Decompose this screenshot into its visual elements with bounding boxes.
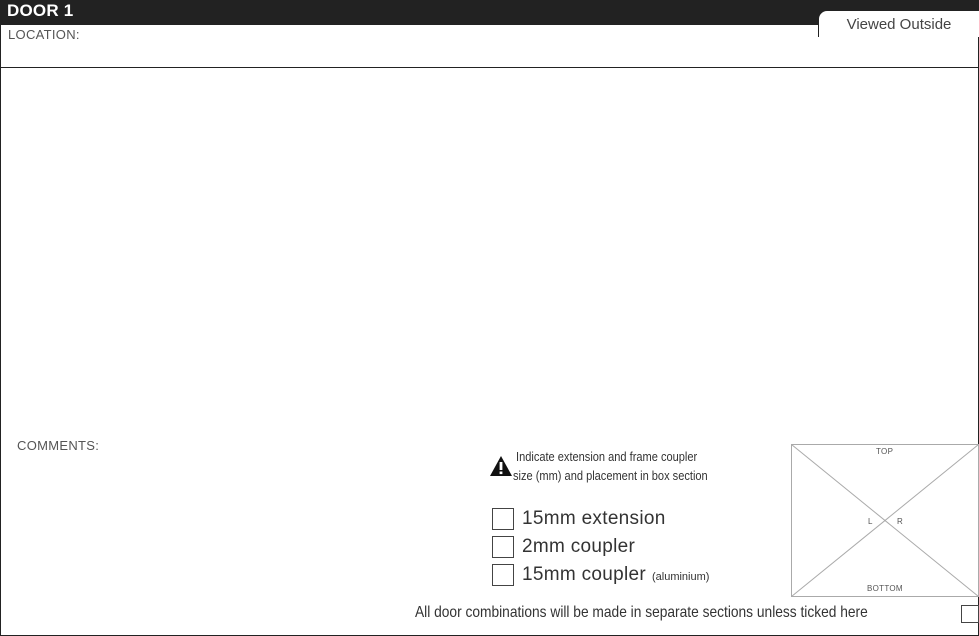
- checkbox-2mm-coupler[interactable]: [492, 536, 514, 558]
- box-section-diagram: TOP L R BOTTOM: [791, 444, 979, 597]
- warning-triangle-icon: [490, 456, 512, 476]
- location-divider: [0, 67, 979, 68]
- option-2mm-coupler[interactable]: 2mm coupler: [492, 535, 635, 559]
- option-15mm-extension[interactable]: 15mm extension: [492, 507, 666, 531]
- checkbox-15mm-coupler[interactable]: [492, 564, 514, 586]
- option-label: 15mm coupler: [522, 564, 646, 585]
- diagram-left-label: L: [868, 517, 873, 526]
- viewed-outside-label: Viewed Outside: [846, 15, 952, 33]
- notice-line-1: Indicate extension and frame coupler: [516, 449, 698, 464]
- notice-line-2: size (mm) and placement in box section: [513, 468, 708, 483]
- footer-instruction: All door combinations will be made in se…: [415, 604, 868, 621]
- diagram-top-label: TOP: [876, 447, 894, 456]
- placement-notice: Indicate extension and frame coupler siz…: [489, 449, 789, 489]
- viewed-outside-tab: Viewed Outside: [818, 10, 979, 37]
- checkbox-15mm-extension[interactable]: [492, 508, 514, 530]
- option-label: 2mm coupler: [522, 536, 636, 557]
- option-note: (aluminium): [651, 571, 710, 583]
- option-15mm-coupler[interactable]: 15mm coupler (aluminium): [492, 563, 709, 587]
- option-label: 15mm extension: [522, 508, 666, 529]
- diagram-right-label: R: [897, 517, 904, 526]
- location-label: LOCATION:: [8, 27, 80, 42]
- diagram-bottom-label: BOTTOM: [867, 584, 903, 593]
- comments-label: COMMENTS:: [17, 438, 100, 453]
- separate-sections-checkbox[interactable]: [961, 605, 979, 623]
- door-title: DOOR 1: [7, 1, 74, 20]
- box-section-cross: [791, 444, 979, 597]
